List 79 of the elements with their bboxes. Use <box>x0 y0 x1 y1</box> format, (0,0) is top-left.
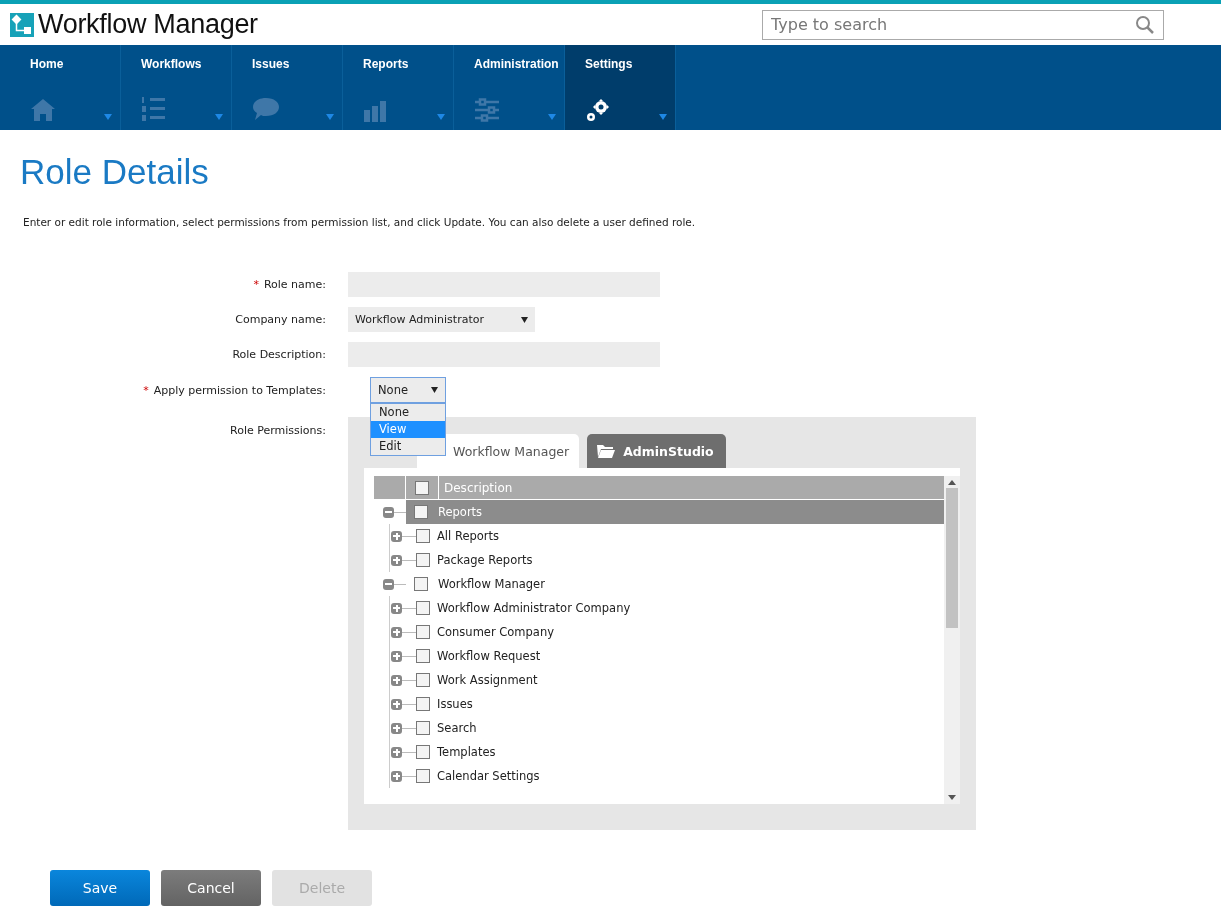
checkbox[interactable] <box>414 505 428 519</box>
field-label: Role name: <box>263 278 326 291</box>
field-label: Role Description: <box>232 348 326 361</box>
field-label: Role Permissions: <box>230 424 326 437</box>
caret-icon <box>104 114 112 120</box>
search-icon[interactable] <box>1135 14 1155 35</box>
expander-icon[interactable] <box>391 530 402 542</box>
tree-item[interactable]: Consumer Company <box>437 625 554 639</box>
tree-item[interactable]: Templates <box>437 745 496 759</box>
checkbox[interactable] <box>416 721 430 735</box>
field-label: Apply permission to Templates: <box>153 383 326 397</box>
checkbox[interactable] <box>416 649 430 663</box>
home-icon <box>30 98 56 122</box>
expander-icon[interactable] <box>383 578 394 590</box>
intro-text: Enter or edit role information, select permissions from permission list, and click Update. You can also delete a user defined role. <box>23 216 697 228</box>
scrollbar[interactable] <box>944 476 960 804</box>
company-select[interactable]: Workflow Administrator <box>348 307 535 332</box>
app-title: Workflow Manager <box>38 9 258 40</box>
expander-icon[interactable] <box>391 674 402 686</box>
required-mark: * <box>143 383 149 397</box>
scroll-down-icon[interactable] <box>948 795 956 800</box>
expander-icon[interactable] <box>391 554 402 566</box>
page-title: Role Details <box>20 152 210 192</box>
required-mark: * <box>253 278 259 291</box>
logo-icon <box>10 12 34 37</box>
nav-tab[interactable]: Home <box>10 45 121 130</box>
checkbox[interactable] <box>416 769 430 783</box>
expander-icon[interactable] <box>391 770 402 782</box>
tree-item[interactable]: Calendar Settings <box>437 769 540 783</box>
caret-icon <box>431 387 438 393</box>
checkbox[interactable] <box>416 553 430 567</box>
tree-item[interactable]: All Reports <box>437 529 500 543</box>
nav-tab[interactable]: Settings <box>565 45 676 130</box>
permission-tab[interactable]: AdminStudio <box>587 434 726 468</box>
tree-item[interactable]: Workflow Manager <box>438 577 545 591</box>
nav-tab[interactable]: Workflows <box>121 45 232 130</box>
nav-tab[interactable]: Reports <box>343 45 454 130</box>
save-button[interactable]: Save <box>50 870 150 906</box>
templates-select[interactable]: None <box>370 377 446 403</box>
checkbox[interactable] <box>414 577 428 591</box>
tree-item[interactable]: Package Reports <box>437 553 533 567</box>
caret-icon <box>659 114 667 120</box>
caret-icon <box>521 316 528 323</box>
bar-chart-icon <box>363 100 387 122</box>
speech-bubble-icon <box>252 96 280 122</box>
field-label: Company name: <box>235 313 326 326</box>
expander-icon[interactable] <box>391 650 402 662</box>
tree-item[interactable]: Workflow Administrator Company <box>437 601 631 615</box>
caret-icon <box>548 114 556 120</box>
expander-icon[interactable] <box>391 722 402 734</box>
checkbox[interactable] <box>416 745 430 759</box>
gears-icon <box>585 98 611 122</box>
expander-icon[interactable] <box>391 602 402 614</box>
folder-icon <box>597 444 616 458</box>
tree-item[interactable]: Search <box>437 721 477 735</box>
expander-icon[interactable] <box>383 506 394 518</box>
expander-icon[interactable] <box>391 698 402 710</box>
checkbox[interactable] <box>416 601 430 615</box>
dropdown-option[interactable]: None <box>371 404 445 421</box>
caret-icon <box>326 114 334 120</box>
checkbox[interactable] <box>416 697 430 711</box>
tree-item[interactable]: Work Assignment <box>437 673 538 687</box>
scroll-up-icon[interactable] <box>948 480 956 485</box>
caret-icon <box>437 114 445 120</box>
expander-icon[interactable] <box>391 746 402 758</box>
numbered-list-icon <box>141 96 167 122</box>
caret-icon <box>215 114 223 120</box>
sliders-icon <box>474 98 500 122</box>
cancel-button[interactable]: Cancel <box>161 870 261 906</box>
column-header: Description <box>443 480 513 495</box>
expander-icon[interactable] <box>391 626 402 638</box>
checkbox[interactable] <box>416 625 430 639</box>
tree-item[interactable]: Issues <box>437 697 473 711</box>
checkbox[interactable] <box>416 673 430 687</box>
checkbox[interactable] <box>416 529 430 543</box>
tree-item[interactable]: Workflow Request <box>437 649 541 663</box>
nav-tab[interactable]: Issues <box>232 45 343 130</box>
checkbox[interactable] <box>415 480 429 495</box>
search-field[interactable]: Type to search <box>762 9 1164 40</box>
